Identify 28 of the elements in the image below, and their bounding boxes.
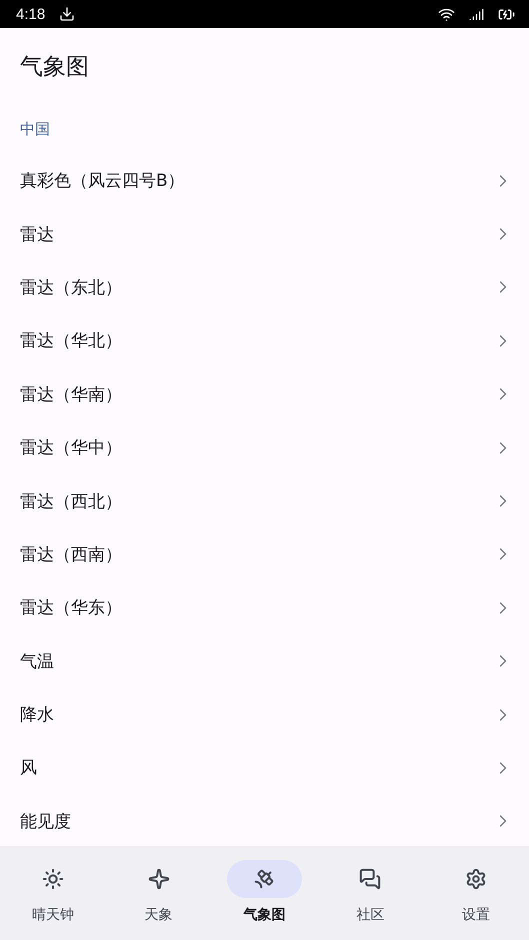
list-item[interactable]: 真彩色（风云四号B） — [0, 154, 529, 208]
list-item[interactable]: 雷达（华中） — [0, 420, 529, 474]
list-item[interactable]: 风 — [0, 741, 529, 795]
list-item[interactable]: 雷达（华东） — [0, 581, 529, 635]
status-time: 4:18 — [16, 6, 46, 22]
list-item[interactable]: 雷达（东北） — [0, 260, 529, 314]
signal-icon — [469, 6, 484, 22]
list-item[interactable]: 雷达（华南） — [0, 368, 529, 421]
satellite-icon — [253, 868, 276, 890]
list-item[interactable]: 气温 — [0, 634, 529, 688]
list-item[interactable]: 雷达（西南） — [0, 528, 529, 582]
nav-tab[interactable]: 气象图 — [212, 846, 318, 940]
nav-tab[interactable]: 晴天钟 — [0, 846, 106, 940]
nav-tab[interactable]: 设置 — [423, 846, 529, 940]
nav-tab[interactable]: 天象 — [106, 846, 212, 940]
list-item[interactable]: 降水 — [0, 688, 529, 742]
page-title: 气象图 — [20, 52, 89, 82]
chat-icon — [359, 868, 382, 890]
list-item[interactable]: 能见度 — [0, 794, 529, 846]
list-item[interactable]: 雷达 — [0, 207, 529, 261]
list-item[interactable]: 雷达（西北） — [0, 474, 529, 528]
download-icon — [59, 6, 76, 22]
sun-icon — [42, 868, 64, 890]
list-item[interactable]: 雷达（华北） — [0, 314, 529, 368]
sparkle-icon — [148, 868, 170, 890]
settings-icon — [465, 868, 488, 890]
nav-tab[interactable]: 社区 — [317, 846, 424, 940]
section-label: 中国 — [20, 120, 50, 138]
